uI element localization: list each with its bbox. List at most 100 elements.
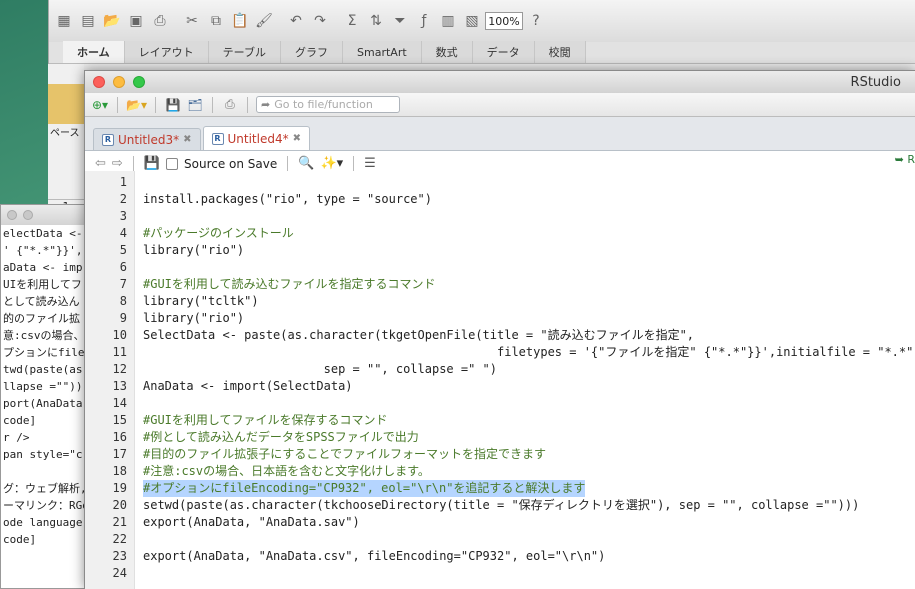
window-titlebar: RStudio <box>85 71 915 93</box>
code-line: 13 AnaData <- import(SelectData) <box>85 378 915 395</box>
line-number: 7 <box>119 277 127 291</box>
back-arrow-icon[interactable]: ⇦ <box>95 156 106 171</box>
open-folder-icon[interactable]: 📂 <box>101 10 123 32</box>
code-line: 9 library("rio") <box>85 310 915 327</box>
line-number: 13 <box>112 379 127 393</box>
line-number: 15 <box>112 413 127 427</box>
background-code-line: llapse ="")) <box>3 380 83 393</box>
function-icon[interactable]: ƒ <box>413 10 435 32</box>
ribbon-tab-home[interactable]: ホーム <box>63 41 125 63</box>
save-icon[interactable]: 💾 <box>164 96 182 114</box>
code-text: #オプションにfileEncoding="CP932", eol="\r\n"を… <box>143 480 586 497</box>
undo-icon[interactable]: ↶ <box>285 10 307 32</box>
code-line: 3 <box>85 208 915 225</box>
code-text: library("tcltk") <box>143 294 259 308</box>
line-number: 2 <box>119 192 127 206</box>
background-code-line: r /> <box>3 431 30 444</box>
source-on-save-label: Source on Save <box>184 156 278 171</box>
compile-notebook-icon[interactable]: ☰ <box>364 156 376 171</box>
code-text: export(AnaData, "AnaData.csv", fileEncod… <box>143 549 606 563</box>
tab-untitled3[interactable]: R Untitled3* ✖ <box>93 128 201 150</box>
ribbon-tab-data[interactable]: データ <box>472 41 535 63</box>
code-line: 22 <box>85 531 915 548</box>
code-text: filetypes = '{"ファイルを指定" {"*.*"}}',initia… <box>143 345 915 359</box>
magic-wand-icon[interactable]: ✨▾ <box>320 156 343 171</box>
ribbon-tab-review[interactable]: 校閲 <box>534 41 586 63</box>
ribbon-tab-formulas[interactable]: 数式 <box>421 41 473 63</box>
close-window-button[interactable] <box>93 76 105 88</box>
main-toolbar: ⊕▾ 📂▾ 💾 🗂 ⎙ ➦ Go to file/function <box>85 93 915 117</box>
print-icon[interactable]: ⎙ <box>149 10 171 32</box>
open-file-icon[interactable]: 📂▾ <box>126 96 147 114</box>
toolbox-icon[interactable]: ▧ <box>461 10 483 32</box>
code-line: 11 filetypes = '{"ファイルを指定" {"*.*"}}',ini… <box>85 344 915 361</box>
paste-large-icon[interactable] <box>48 84 84 124</box>
ribbon-tab-chart[interactable]: グラフ <box>281 41 344 63</box>
redo-icon[interactable]: ↷ <box>309 10 331 32</box>
paste-label: ペース <box>50 128 80 139</box>
tab-label: Untitled4* <box>227 131 289 146</box>
background-code-line: ' {"*.*"}}', <box>3 244 83 257</box>
forward-arrow-icon[interactable]: ⇨ <box>112 156 123 171</box>
line-number: 6 <box>119 260 127 274</box>
close-tab-icon[interactable]: ✖ <box>293 133 301 144</box>
filter-icon[interactable]: ⏷ <box>389 10 411 32</box>
window-titlebar <box>1 205 89 225</box>
background-code-line: aData <- imp <box>3 261 83 274</box>
print-icon[interactable]: ⎙ <box>221 96 239 114</box>
cut-icon[interactable]: ✂ <box>181 10 203 32</box>
zoom-select[interactable]: 100% <box>485 12 523 30</box>
code-text: sep = "", collapse =" ") <box>143 362 498 376</box>
sort-icon[interactable]: ⇅ <box>365 10 387 32</box>
template-icon[interactable]: ▤ <box>77 10 99 32</box>
background-code-line: electData <- <box>3 227 83 240</box>
new-sheet-icon[interactable]: ▦ <box>53 10 75 32</box>
help-icon[interactable]: ? <box>525 10 547 32</box>
window-title: RStudio <box>850 75 901 90</box>
zoom-window-button[interactable] <box>133 76 145 88</box>
autosum-icon[interactable]: Σ <box>341 10 363 32</box>
minimize-icon[interactable] <box>23 210 33 220</box>
ribbon-tab-table[interactable]: テーブル <box>208 41 282 63</box>
line-number: 4 <box>119 226 127 240</box>
run-button[interactable]: ➥ R <box>895 153 915 166</box>
r-doc-icon: R <box>211 132 224 145</box>
code-text: export(AnaData, "AnaData.sav") <box>143 515 360 529</box>
code-line: 8 library("tcltk") <box>85 293 915 310</box>
paste-icon[interactable]: 📋 <box>229 10 251 32</box>
code-line: 12 sep = "", collapse =" ") <box>85 361 915 378</box>
minimize-window-button[interactable] <box>113 76 125 88</box>
ribbon-tab-smartart[interactable]: SmartArt <box>343 41 422 63</box>
save-all-icon[interactable]: 🗂 <box>186 96 204 114</box>
line-number: 20 <box>112 498 127 512</box>
code-line: 17 #目的のファイル拡張子にすることでファイルフォーマットを指定できます <box>85 446 915 463</box>
code-text: library("rio") <box>143 243 245 257</box>
search-icon[interactable]: 🔍 <box>298 156 314 171</box>
new-file-icon[interactable]: ⊕▾ <box>91 96 109 114</box>
save-icon[interactable]: ▣ <box>125 10 147 32</box>
desktop: ▦ ▤ 📂 ▣ ⎙ ✂ ⧉ 📋 🖌 ↶ ↷ Σ ⇅ ⏷ ƒ ▥ ▧ 100% ?… <box>0 0 915 589</box>
go-to-file-input[interactable]: ➦ Go to file/function <box>255 96 400 113</box>
tab-untitled4[interactable]: R Untitled4* ✖ <box>202 126 310 150</box>
close-icon[interactable] <box>7 210 17 220</box>
code-line: 15 #GUIを利用してファイルを保存するコマンド <box>85 412 915 429</box>
format-brush-icon[interactable]: 🖌 <box>253 10 275 32</box>
gallery-icon[interactable]: ▥ <box>437 10 459 32</box>
line-number: 22 <box>112 532 127 546</box>
code-line: 1 <box>85 174 915 191</box>
background-code-line: として読み込ん <box>3 295 80 308</box>
line-number: 11 <box>112 345 127 359</box>
source-on-save-checkbox[interactable] <box>166 157 178 170</box>
code-editor[interactable]: 1 2 install.packages("rio", type = "source… <box>85 171 915 589</box>
line-number: 5 <box>119 243 127 257</box>
code-line: 23 export(AnaData, "AnaData.csv", fileEnc… <box>85 548 915 565</box>
code-text: library("rio") <box>143 311 245 325</box>
close-tab-icon[interactable]: ✖ <box>183 134 191 145</box>
copy-icon[interactable]: ⧉ <box>205 10 227 32</box>
code-line: 5 library("rio") <box>85 242 915 259</box>
background-code-line: twd(paste(as <box>3 363 83 376</box>
save-icon[interactable]: 💾 <box>144 156 160 171</box>
ribbon-tab-layout[interactable]: レイアウト <box>124 41 209 63</box>
line-number: 3 <box>119 209 127 223</box>
excel-toolbar: ▦ ▤ 📂 ▣ ⎙ ✂ ⧉ 📋 🖌 ↶ ↷ Σ ⇅ ⏷ ƒ ▥ ▧ 100% ? <box>49 0 915 42</box>
